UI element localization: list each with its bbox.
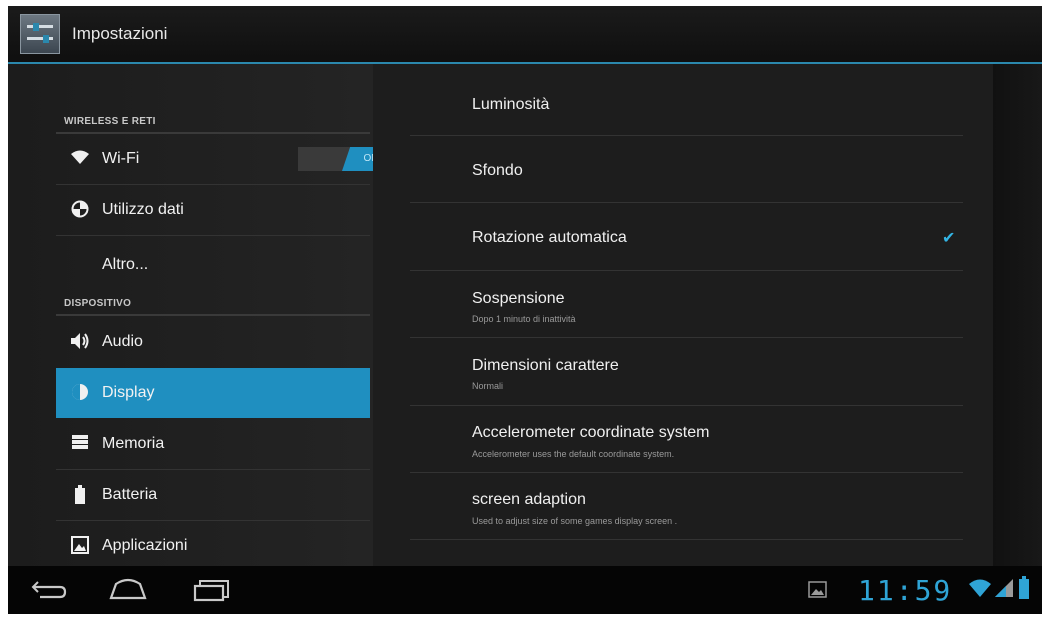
setting-sleep[interactable]: Sospensione Dopo 1 minuto di inattività (410, 271, 963, 337)
section-header-wireless: WIRELESS E RETI (64, 116, 156, 127)
recent-apps-icon[interactable] (192, 574, 232, 604)
sidebar-item-data-usage[interactable]: Utilizzo dati (56, 185, 370, 235)
sidebar-item-label: Audio (102, 333, 143, 350)
settings-sidebar: WIRELESS E RETI Wi-Fi ON Utilizzo dati A… (8, 64, 400, 566)
setting-title: Accelerometer coordinate system (472, 424, 710, 441)
wifi-icon (70, 149, 90, 169)
sidebar-item-label: Utilizzo dati (102, 201, 184, 218)
home-icon[interactable] (108, 574, 148, 604)
divider (410, 539, 963, 540)
sidebar-item-label: Display (102, 384, 155, 401)
settings-sliders-icon[interactable] (20, 14, 60, 54)
setting-title: Luminosità (472, 96, 550, 113)
apps-icon (70, 536, 90, 556)
sidebar-item-display[interactable]: Display (56, 368, 370, 418)
setting-summary: Used to adjust size of some games displa… (472, 516, 678, 526)
back-icon[interactable] (30, 574, 68, 604)
sidebar-item-wifi[interactable]: Wi-Fi ON (56, 134, 400, 184)
sidebar-item-more[interactable]: Altro... (56, 236, 370, 286)
setting-summary: Accelerometer uses the default coordinat… (472, 449, 675, 459)
wifi-signal-icon (968, 578, 992, 608)
setting-summary: Dopo 1 minuto di inattività (472, 314, 576, 324)
sidebar-item-label: Memoria (102, 435, 165, 452)
section-divider (56, 314, 370, 316)
display-icon (70, 383, 90, 403)
sidebar-item-label: Wi-Fi (102, 150, 140, 167)
setting-title: Rotazione automatica (472, 229, 627, 246)
setting-accelerometer[interactable]: Accelerometer coordinate system Accelero… (410, 406, 963, 472)
setting-font-size[interactable]: Dimensioni carattere Normali (410, 338, 963, 405)
setting-title: Sospensione (472, 290, 565, 307)
sidebar-item-label: Altro... (102, 256, 149, 273)
setting-screen-adaption[interactable]: screen adaption Used to adjust size of s… (410, 473, 963, 539)
storage-icon (70, 434, 90, 454)
battery-status-icon (1018, 576, 1030, 606)
setting-brightness[interactable]: Luminosità (410, 64, 963, 134)
cell-signal-icon (994, 578, 1014, 608)
audio-icon (70, 332, 90, 352)
app-title: Impostazioni (72, 24, 168, 43)
battery-icon (70, 485, 90, 505)
status-clock: 11:59 (858, 574, 953, 607)
setting-summary: Normali (472, 381, 504, 391)
sidebar-item-label: Batteria (102, 486, 158, 503)
setting-title: Sfondo (472, 162, 523, 179)
setting-title: screen adaption (472, 491, 586, 508)
android-screen: Impostazioni WIRELESS E RETI Wi-Fi ON Ut… (8, 6, 1042, 614)
display-settings-pane: Luminosità Sfondo Rotazione automatica ✔… (373, 64, 993, 566)
action-bar: Impostazioni (8, 6, 1042, 64)
data-usage-icon (70, 200, 90, 220)
setting-auto-rotate[interactable]: Rotazione automatica ✔ (410, 203, 963, 270)
gallery-notification-icon (808, 580, 828, 610)
checkmark-icon[interactable]: ✔ (942, 230, 960, 248)
setting-wallpaper[interactable]: Sfondo (410, 136, 963, 202)
sidebar-item-battery[interactable]: Batteria (56, 470, 370, 520)
sidebar-item-storage[interactable]: Memoria (56, 419, 370, 469)
section-header-device: DISPOSITIVO (64, 298, 132, 309)
setting-title: Dimensioni carattere (472, 357, 619, 374)
sidebar-item-label: Applicazioni (102, 537, 188, 554)
sidebar-item-audio[interactable]: Audio (56, 317, 370, 367)
pane-edge (993, 64, 1042, 566)
sidebar-item-apps[interactable]: Applicazioni (56, 521, 370, 571)
system-nav-bar: 11:59 (8, 566, 1042, 614)
